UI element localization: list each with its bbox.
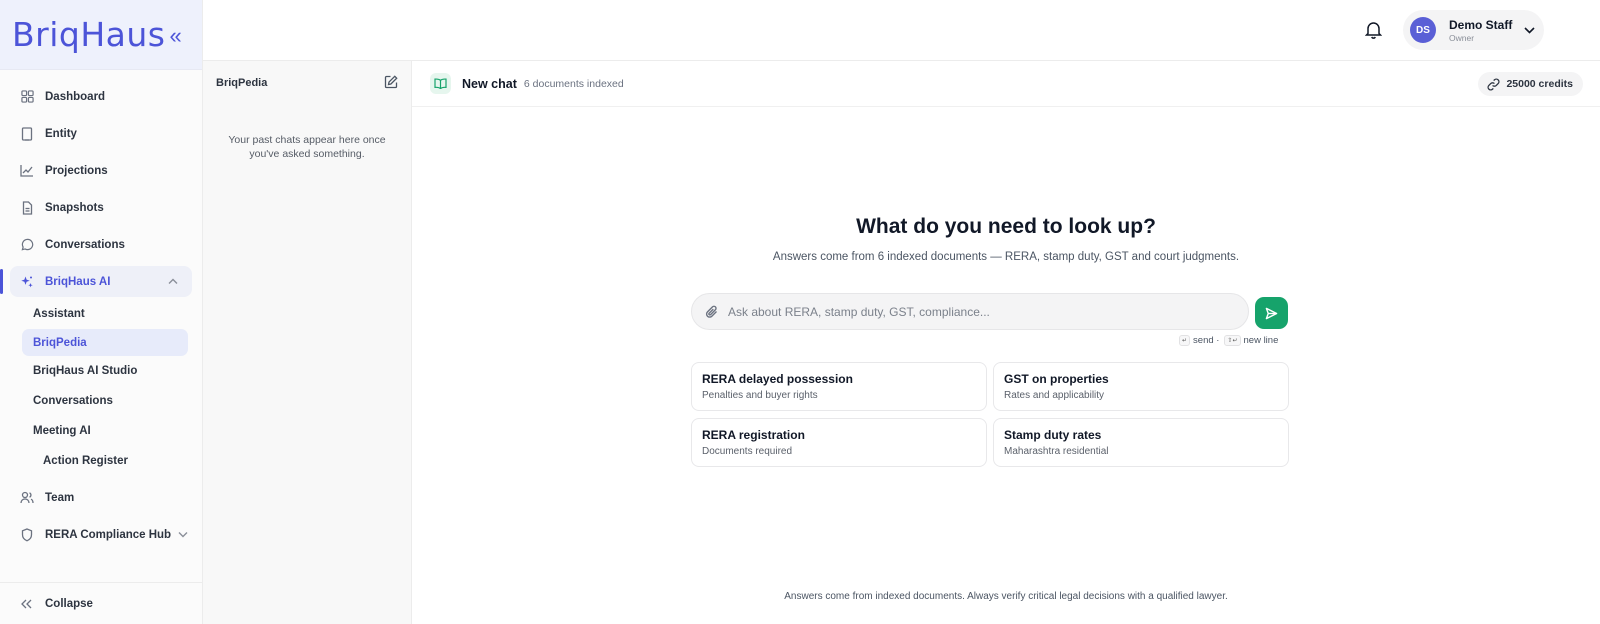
sidebar-item-label: Conversations — [33, 395, 113, 407]
credits-count: 25000 credits — [1506, 78, 1573, 90]
sidebar-item-label: BriqHaus AI Studio — [33, 365, 138, 377]
user-role: Owner — [1449, 32, 1475, 43]
suggestion-title: RERA registration — [702, 428, 805, 442]
sparkles-icon — [20, 275, 34, 289]
chat-history-panel: BriqPedia Your past chats appear here on… — [203, 61, 412, 624]
book-open-icon — [430, 73, 451, 94]
legal-disclaimer: Answers come from indexed documents. Alw… — [784, 591, 1228, 602]
sidebar-item-label: Conversations — [45, 238, 125, 251]
collapse-sidebar-icon[interactable]: « — [169, 23, 181, 49]
chat-input[interactable] — [728, 304, 1208, 319]
sidebar-item-rera-compliance-hub[interactable]: RERA Compliance Hub — [0, 516, 202, 553]
sidebar-item-entity[interactable]: Entity — [0, 115, 202, 152]
sidebar-item-label: Assistant — [33, 308, 85, 320]
credits-badge[interactable]: 25000 credits — [1478, 72, 1583, 96]
send-icon — [1265, 307, 1278, 320]
sidebar-item-label: BriqHaus AI — [45, 275, 111, 288]
shift-enter-key-icon: ⇧↵ — [1224, 335, 1241, 346]
sidebar: BriqHaus « Dashboard Entity Projections — [0, 0, 203, 624]
sidebar-subitem-ai-studio[interactable]: BriqHaus AI Studio — [0, 356, 202, 386]
suggestion-subtitle: Documents required — [702, 446, 793, 457]
history-header: BriqPedia — [203, 61, 411, 105]
hint-send: send · — [1193, 335, 1220, 346]
avatar: DS — [1410, 17, 1436, 43]
collapse-button[interactable]: Collapse — [0, 582, 202, 624]
suggestion-subtitle: Penalties and buyer rights — [702, 390, 818, 401]
sidebar-item-snapshots[interactable]: Snapshots — [0, 189, 202, 226]
sidebar-nav: Dashboard Entity Projections Snapshots C… — [0, 78, 202, 553]
keyboard-hints: ↵ send · ⇧↵ new line — [1179, 335, 1278, 346]
send-button[interactable] — [1255, 297, 1288, 329]
sidebar-subitem-briqpedia[interactable]: BriqPedia — [22, 329, 188, 356]
paperclip-icon[interactable] — [705, 305, 718, 319]
hero-subtitle: Answers come from 6 indexed documents — … — [772, 251, 1240, 263]
sidebar-item-label: Projections — [45, 164, 108, 177]
building-icon — [20, 126, 34, 141]
chart-line-icon — [20, 164, 34, 178]
sidebar-item-label: Action Register — [43, 455, 128, 467]
link-icon — [1487, 77, 1500, 91]
sidebar-item-label: RERA Compliance Hub — [45, 528, 172, 541]
chat-bubble-icon — [20, 238, 34, 252]
chat-header: New chat 6 documents indexed 25000 credi… — [412, 61, 1600, 107]
user-menu[interactable]: DS Demo Staff Owner — [1403, 10, 1544, 50]
new-chat-edit-icon[interactable] — [384, 75, 399, 90]
sidebar-subitem-assistant[interactable]: Assistant — [0, 299, 202, 329]
sidebar-item-label: Entity — [45, 127, 77, 140]
brand-logo[interactable]: BriqHaus — [12, 15, 165, 54]
collapse-label: Collapse — [45, 597, 93, 610]
sidebar-subitem-meeting-ai[interactable]: Meeting AI — [0, 416, 202, 446]
sidebar-subitem-conversations[interactable]: Conversations — [0, 386, 202, 416]
sidebar-item-briqhaus-ai[interactable]: BriqHaus AI — [0, 266, 192, 297]
suggestion-title: GST on properties — [1004, 372, 1109, 386]
active-indicator — [0, 269, 3, 294]
enter-key-icon: ↵ — [1179, 335, 1191, 346]
sidebar-subitem-action-register[interactable]: Action Register — [0, 446, 202, 476]
sidebar-item-dashboard[interactable]: Dashboard — [0, 78, 202, 115]
sidebar-item-label: Team — [45, 491, 75, 504]
suggestion-subtitle: Rates and applicability — [1004, 390, 1105, 401]
hero-title: What do you need to look up? — [856, 215, 1156, 238]
double-chevron-left-icon — [20, 599, 34, 609]
suggestion-card-gst-on-properties[interactable]: GST on properties Rates and applicabilit… — [993, 362, 1289, 411]
chat-title: New chat — [462, 76, 517, 91]
chevron-down-icon — [178, 529, 188, 540]
suggestion-grid: RERA delayed possession Penalties and bu… — [691, 362, 1289, 467]
suggestion-title: Stamp duty rates — [1004, 428, 1102, 442]
history-title: BriqPedia — [216, 77, 268, 89]
history-empty-state: Your past chats appear here once you've … — [228, 134, 386, 160]
sidebar-item-team[interactable]: Team — [0, 479, 202, 516]
sidebar-item-projections[interactable]: Projections — [0, 152, 202, 189]
sidebar-item-label: Dashboard — [45, 90, 106, 103]
documents-indexed-count: 6 documents indexed — [523, 77, 624, 90]
shield-icon — [20, 527, 34, 542]
chevron-up-icon — [168, 276, 178, 287]
hint-newline: new line — [1243, 335, 1279, 346]
sidebar-item-label: BriqPedia — [33, 336, 87, 349]
suggestion-card-rera-delayed-possession[interactable]: RERA delayed possession Penalties and bu… — [691, 362, 987, 411]
user-info: Demo Staff Owner — [1449, 18, 1512, 43]
chat-input-box — [691, 293, 1249, 330]
users-icon — [20, 491, 34, 505]
suggestion-card-stamp-duty-rates[interactable]: Stamp duty rates Maharashtra residential — [993, 418, 1289, 467]
chevron-down-icon — [1524, 23, 1535, 37]
suggestion-subtitle: Maharashtra residential — [1004, 446, 1109, 457]
user-name: Demo Staff — [1449, 17, 1513, 32]
file-icon — [20, 200, 34, 215]
sidebar-item-label: Meeting AI — [33, 425, 91, 437]
chat-main: New chat 6 documents indexed 25000 credi… — [412, 61, 1600, 624]
logo-area: BriqHaus « — [0, 0, 202, 70]
grid-icon — [20, 90, 34, 104]
top-header: DS Demo Staff Owner — [203, 0, 1600, 61]
sidebar-item-conversations[interactable]: Conversations — [0, 226, 202, 263]
sidebar-item-label: Snapshots — [45, 201, 104, 214]
suggestion-card-rera-registration[interactable]: RERA registration Documents required — [691, 418, 987, 467]
bell-icon[interactable] — [1364, 20, 1383, 40]
suggestion-title: RERA delayed possession — [702, 372, 853, 386]
